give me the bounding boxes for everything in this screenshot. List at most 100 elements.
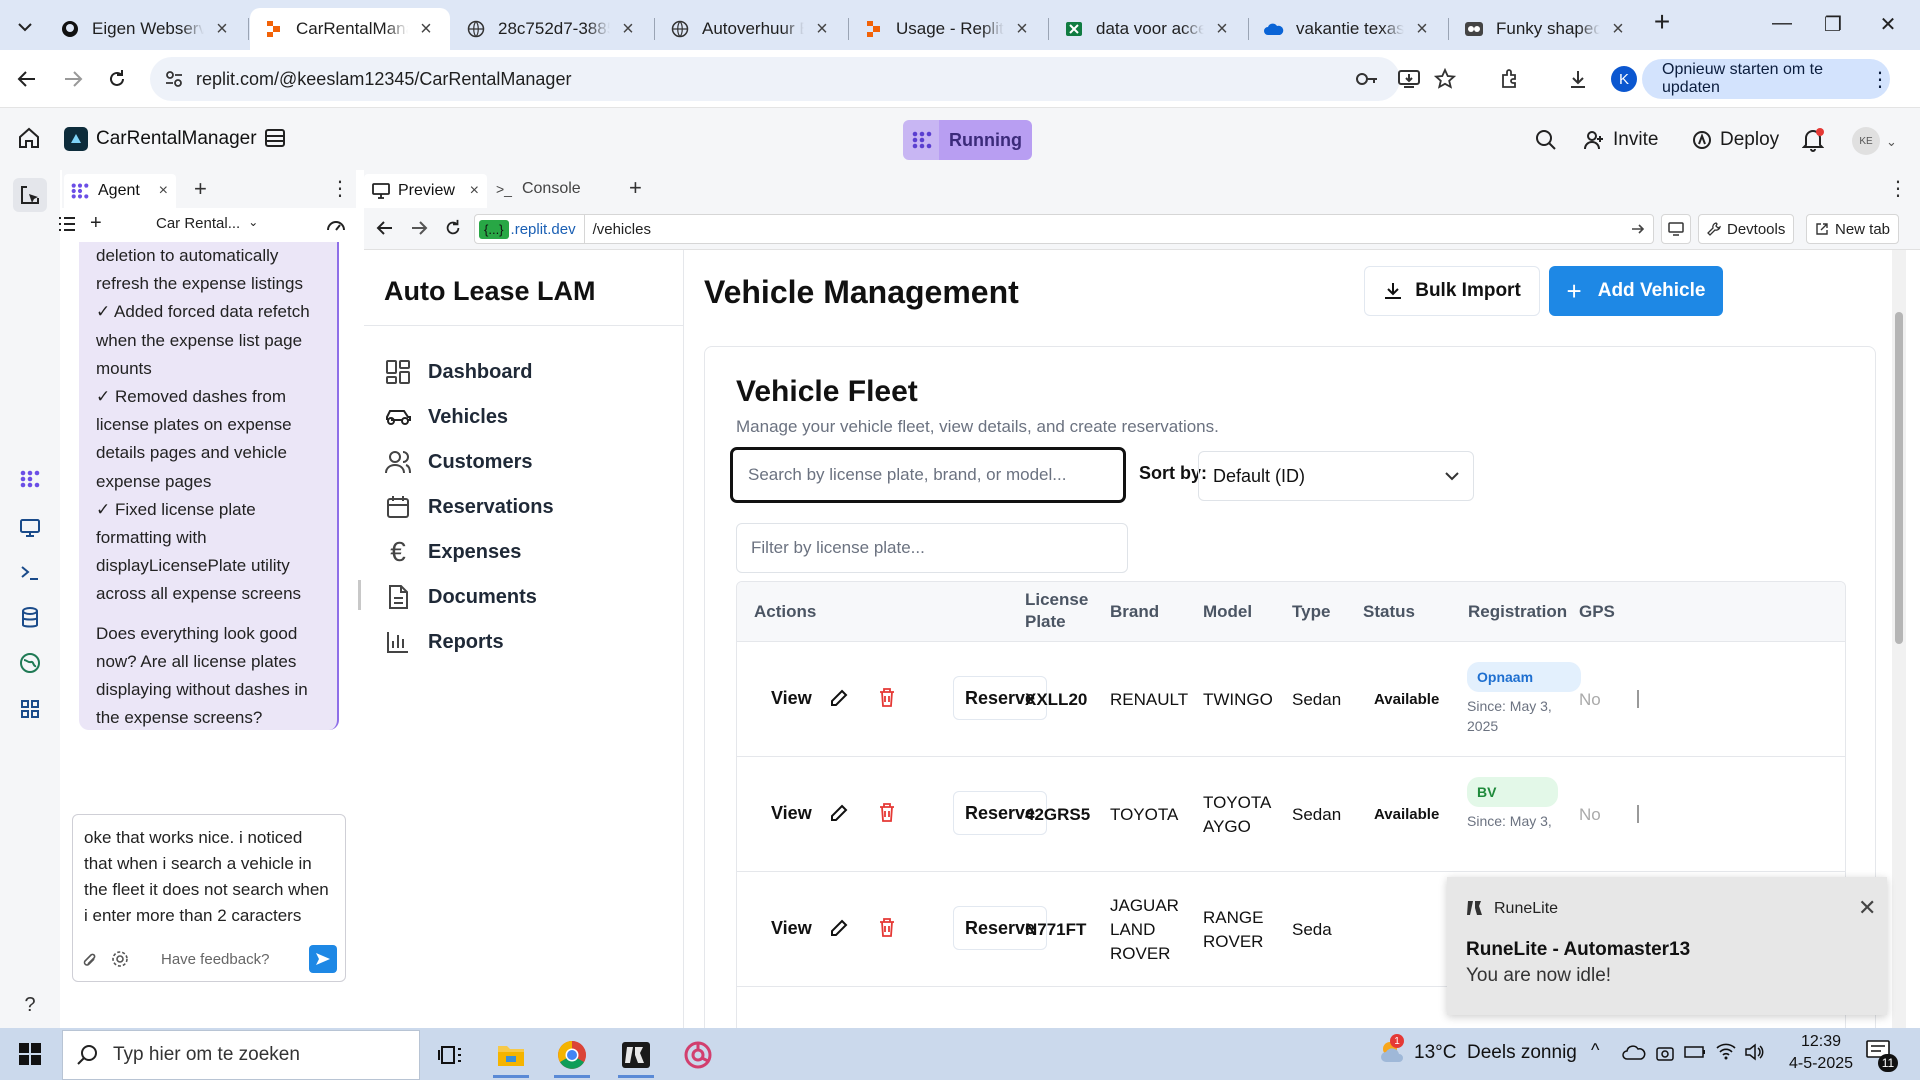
close-icon[interactable]: × <box>618 18 638 41</box>
settings-icon[interactable] <box>111 950 129 968</box>
agent-panel-icon[interactable] <box>13 178 47 212</box>
filter-input[interactable]: Filter by license plate... <box>736 523 1128 573</box>
nav-reservations[interactable]: Reservations <box>384 487 554 527</box>
delete-icon[interactable] <box>878 802 896 822</box>
tab-vakantie-texas[interactable]: vakantie texas.xl × <box>1250 8 1446 50</box>
nav-reports[interactable]: Reports <box>384 622 504 662</box>
gauge-icon[interactable] <box>326 216 346 232</box>
edit-icon[interactable] <box>829 688 849 708</box>
view-button[interactable]: View <box>771 803 812 824</box>
tab-carrentalmanager[interactable]: CarRentalManager × <box>250 8 450 50</box>
close-icon[interactable]: × <box>1012 18 1032 41</box>
search-icon[interactable] <box>1535 122 1557 158</box>
file-explorer-icon[interactable] <box>493 1037 529 1073</box>
close-icon[interactable]: × <box>470 182 479 200</box>
close-window-button[interactable]: ✕ <box>1868 12 1908 37</box>
globe-icon[interactable] <box>17 650 43 676</box>
close-icon[interactable]: × <box>416 18 436 41</box>
close-icon[interactable]: × <box>1412 18 1432 41</box>
project-selector[interactable]: Car Rental... ⌄ <box>156 215 258 232</box>
preview-icon[interactable] <box>17 515 43 541</box>
more-vert-icon[interactable]: ⋮ <box>1888 176 1908 201</box>
panel-resize-handle[interactable] <box>358 580 361 610</box>
update-browser-button[interactable]: Opnieuw starten om te updaten ⋮ <box>1642 59 1890 99</box>
wifi-icon[interactable] <box>1716 1042 1736 1060</box>
new-tab-button[interactable]: New tab <box>1806 214 1900 244</box>
new-chat-icon[interactable]: + <box>90 212 102 235</box>
runelite-notification[interactable]: RuneLite ✕ RuneLite - Automaster13 You a… <box>1447 877 1887 1015</box>
deploy-button[interactable]: Deploy <box>1692 122 1779 158</box>
runelite-app-icon[interactable] <box>618 1037 654 1073</box>
close-icon[interactable]: × <box>212 18 232 41</box>
attach-icon[interactable] <box>83 951 97 969</box>
battery-icon[interactable] <box>1684 1044 1706 1060</box>
nav-customers[interactable]: Customers <box>384 442 532 482</box>
history-list-icon[interactable] <box>58 216 76 232</box>
tab-uuid-page[interactable]: 28c752d7-3885- × <box>452 8 652 50</box>
back-icon[interactable] <box>376 220 394 236</box>
more-vert-icon[interactable]: ⋮ <box>1870 67 1890 92</box>
send-button[interactable] <box>309 945 337 973</box>
project-name[interactable]: CarRentalManager <box>96 128 257 150</box>
bulk-import-button[interactable]: Bulk Import <box>1364 266 1540 316</box>
install-app-icon[interactable] <box>1398 69 1420 89</box>
tab-data-voor-access[interactable]: data voor access × <box>1050 8 1246 50</box>
back-icon[interactable] <box>14 66 40 92</box>
new-tab-button[interactable]: + <box>1642 6 1682 38</box>
nav-dashboard[interactable]: Dashboard <box>384 352 532 392</box>
maximize-button[interactable]: ❐ <box>1813 12 1853 37</box>
task-view-icon[interactable] <box>432 1037 468 1073</box>
extensions-icon[interactable] <box>1497 66 1523 92</box>
minimize-button[interactable]: — <box>1762 12 1802 35</box>
tab-preview[interactable]: Preview × <box>364 174 487 208</box>
password-key-icon[interactable] <box>1355 69 1379 89</box>
chevron-down-icon[interactable]: ⌄ <box>1886 134 1897 150</box>
clock-time[interactable]: 12:39 <box>1790 1033 1852 1051</box>
chrome-icon[interactable] <box>554 1037 590 1073</box>
preview-url-field[interactable]: {...} .replit.dev /vehicles <box>474 214 1654 244</box>
view-button[interactable]: View <box>771 918 812 939</box>
reload-icon[interactable] <box>104 66 130 92</box>
delete-icon[interactable] <box>878 687 896 707</box>
onedrive-icon[interactable] <box>1622 1044 1646 1060</box>
tab-eigen-webserver[interactable]: Eigen Webserver × <box>46 8 246 50</box>
nav-documents[interactable]: Documents <box>384 577 537 617</box>
agent-icon[interactable] <box>17 466 43 492</box>
clock-date[interactable]: 4-5-2025 <box>1780 1055 1862 1073</box>
bookmark-star-icon[interactable] <box>1434 68 1456 90</box>
sort-select[interactable]: Default (ID) <box>1198 451 1474 501</box>
chevron-up-icon[interactable]: ^ <box>1591 1040 1599 1061</box>
view-button[interactable]: View <box>771 688 812 709</box>
tab-funky-shaped[interactable]: Funky shaped lo × <box>1450 8 1642 50</box>
tab-usage-replit[interactable]: Usage - Replit × <box>850 8 1046 50</box>
chrome-alt-icon[interactable] <box>680 1037 716 1073</box>
tab-console[interactable]: >_ Console <box>496 180 581 198</box>
chat-input[interactable]: oke that works nice. i noticed that when… <box>84 825 334 929</box>
device-preview-icon[interactable] <box>1661 214 1691 244</box>
help-icon[interactable]: ? <box>17 992 43 1018</box>
chat-composer[interactable]: oke that works nice. i noticed that when… <box>72 814 346 982</box>
forward-icon[interactable] <box>60 66 86 92</box>
go-arrow-icon[interactable] <box>1631 223 1645 235</box>
close-icon[interactable]: × <box>159 182 168 200</box>
home-icon[interactable] <box>17 127 41 149</box>
site-info-icon[interactable] <box>164 69 184 89</box>
edit-icon[interactable] <box>829 918 849 938</box>
close-icon[interactable]: × <box>1608 18 1628 41</box>
notifications-icon[interactable] <box>1802 122 1824 158</box>
run-status-button[interactable]: Running <box>903 120 1032 160</box>
devtools-button[interactable]: Devtools <box>1698 214 1795 244</box>
close-icon[interactable]: ✕ <box>1858 895 1876 921</box>
add-vehicle-button[interactable]: + Add Vehicle <box>1549 266 1723 316</box>
invite-button[interactable]: Invite <box>1583 122 1658 158</box>
profile-avatar[interactable]: K <box>1611 66 1637 92</box>
reload-icon[interactable] <box>444 219 462 237</box>
nav-vehicles[interactable]: Vehicles <box>384 397 508 437</box>
forward-icon[interactable] <box>410 220 428 236</box>
omnibox[interactable]: replit.com/@keeslam12345/CarRentalManage… <box>150 57 1456 101</box>
database-icon[interactable] <box>17 605 43 631</box>
delete-icon[interactable] <box>878 917 896 937</box>
file-tree-icon[interactable] <box>264 128 286 148</box>
all-tools-icon[interactable] <box>17 696 43 722</box>
search-input[interactable]: Search by license plate, brand, or model… <box>730 447 1126 503</box>
